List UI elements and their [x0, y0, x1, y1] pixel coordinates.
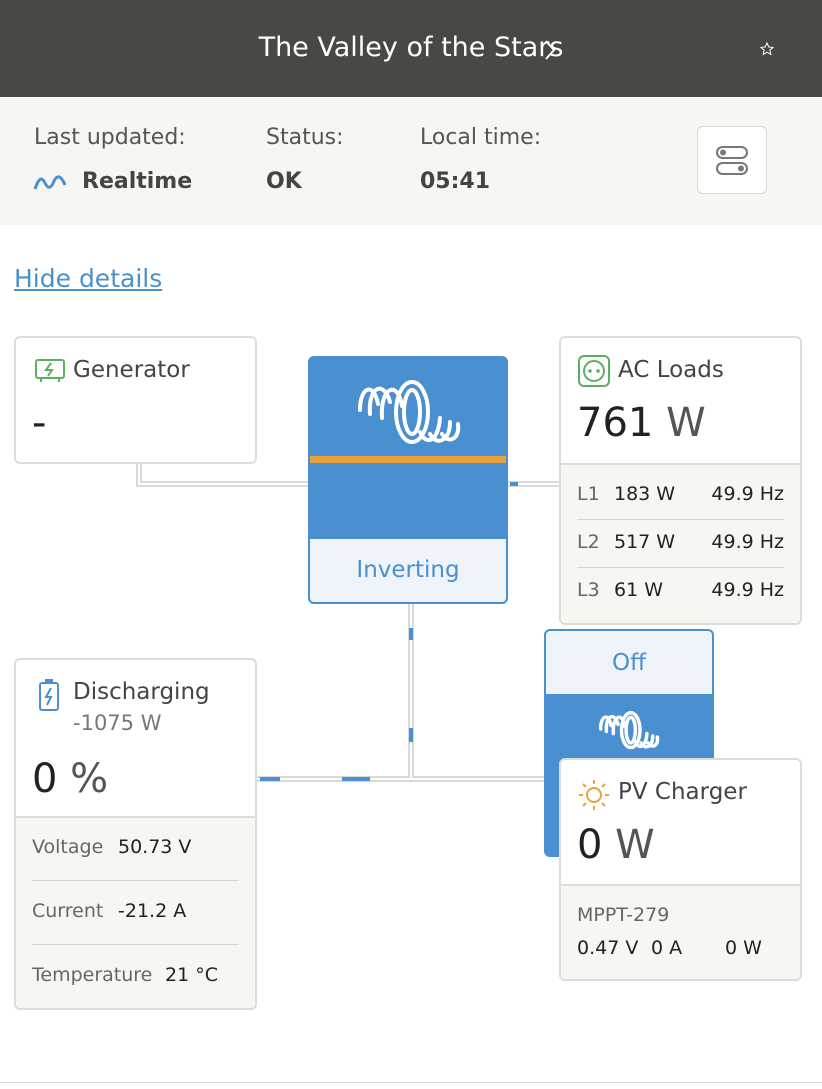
phase-frequency: 49.9 Hz: [711, 483, 784, 505]
battery-icon: [39, 679, 59, 711]
battery-temperature-row: Temperature 21 °C: [32, 964, 239, 986]
row-divider: [32, 880, 239, 881]
battery-current-row: Current -21.2 A: [32, 900, 239, 922]
mppt-device-name: MPPT-279: [577, 904, 670, 926]
pv-charger-details: MPPT-279 0.47 V 0 A 0 W: [561, 884, 800, 979]
phase-frequency: 49.9 Hz: [711, 531, 784, 553]
phase-label: L3: [577, 579, 600, 601]
row-label: Temperature: [32, 964, 153, 986]
pv-charger-unit: W: [615, 822, 655, 868]
phase-power: 61 W: [614, 579, 664, 601]
pv-charger-title: PV Charger: [618, 779, 747, 805]
phase-power: 183 W: [614, 483, 676, 505]
inverter-state: Inverting: [310, 537, 506, 602]
row-divider: [577, 519, 784, 520]
inverter-orange-stripe: [310, 456, 506, 463]
phase-row-l2: L2 517 W 49.9 Hz: [577, 531, 784, 553]
mppt-current: 0 A: [651, 937, 683, 959]
battery-details: Voltage 50.73 V Current -21.2 A Temperat…: [16, 816, 255, 1008]
pv-state: Off: [546, 631, 712, 696]
row-divider: [577, 567, 784, 568]
row-value: 21 °C: [165, 964, 218, 986]
battery-card[interactable]: Discharging -1075 W 0 % Voltage 50.73 V …: [14, 658, 257, 1010]
row-label: Current: [32, 900, 104, 922]
phase-row-l3: L3 61 W 49.9 Hz: [577, 579, 784, 601]
phase-row-l1: L1 183 W 49.9 Hz: [577, 483, 784, 505]
socket-icon: [578, 355, 610, 387]
ac-loads-title: AC Loads: [618, 357, 724, 383]
inverter-state-label: Inverting: [356, 557, 460, 583]
bottom-divider: [0, 1082, 822, 1083]
mppt-voltage: 0.47 V: [577, 937, 639, 959]
pv-charger-card[interactable]: PV Charger 0 W MPPT-279 0.47 V 0 A 0 W: [559, 758, 802, 981]
battery-power: -1075 W: [73, 711, 162, 735]
battery-title: Discharging: [73, 679, 210, 705]
mppt-readings: 0.47 V 0 A 0 W: [577, 937, 784, 959]
phase-label: L2: [577, 531, 600, 553]
generator-card[interactable]: Generator -: [14, 336, 257, 464]
row-divider: [32, 944, 239, 945]
battery-soc-unit: %: [70, 756, 109, 802]
battery-soc-number: 0: [32, 756, 58, 802]
phase-power: 517 W: [614, 531, 676, 553]
pv-state-label: Off: [612, 650, 646, 676]
generator-title: Generator: [73, 357, 190, 383]
victron-logo-icon: [598, 711, 660, 750]
ac-loads-number: 761: [577, 400, 654, 446]
ac-loads-card[interactable]: AC Loads 761 W L1 183 W 49.9 Hz L2 517 W…: [559, 336, 802, 625]
victron-logo-icon: [358, 380, 461, 444]
pv-charger-value: 0 W: [577, 822, 655, 868]
pv-charger-number: 0: [577, 822, 603, 868]
sun-icon: [579, 780, 609, 810]
row-value: -21.2 A: [118, 900, 187, 922]
phase-label: L1: [577, 483, 600, 505]
phase-frequency: 49.9 Hz: [711, 579, 784, 601]
generator-value: -: [32, 400, 47, 446]
generator-icon: [35, 359, 65, 382]
ac-loads-value: 761 W: [577, 400, 706, 446]
battery-voltage-row: Voltage 50.73 V: [32, 836, 239, 858]
ac-loads-unit: W: [666, 400, 706, 446]
row-label: Voltage: [32, 836, 104, 858]
inverter-box[interactable]: Inverting: [308, 356, 508, 604]
row-value: 50.73 V: [118, 836, 192, 858]
ac-loads-details: L1 183 W 49.9 Hz L2 517 W 49.9 Hz L3 61 …: [561, 463, 800, 623]
battery-soc: 0 %: [32, 756, 108, 802]
mppt-power: 0 W: [725, 937, 762, 959]
